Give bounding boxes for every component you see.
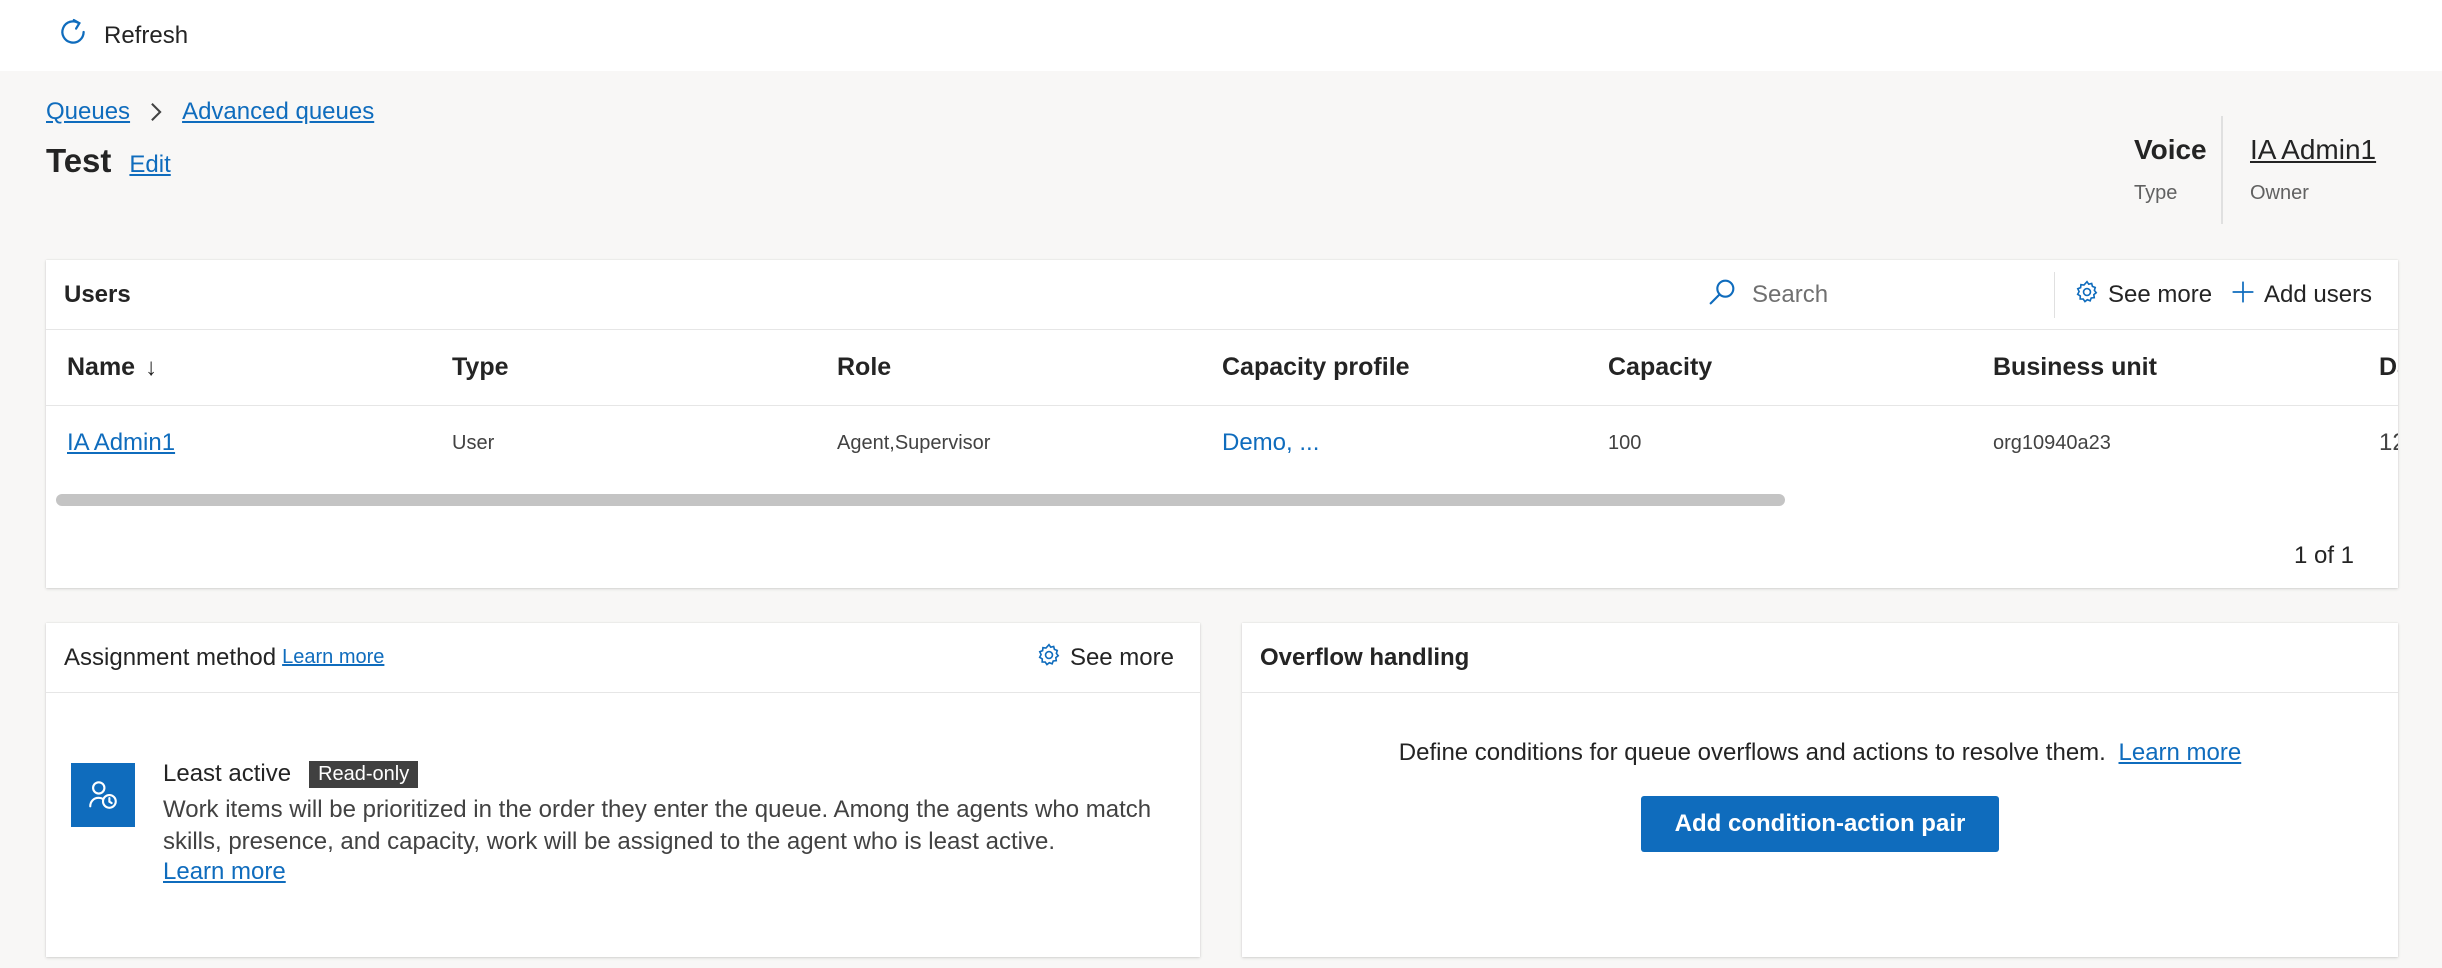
assignment-see-more-label: See more <box>1069 644 1174 671</box>
column-header-name-label: Name <box>67 353 136 381</box>
meta-divider <box>2221 116 2223 224</box>
column-header-type[interactable]: Type <box>452 330 509 405</box>
assignment-card-header: Assignment method Learn more See more <box>46 623 1200 693</box>
horizontal-scrollbar[interactable] <box>56 494 2090 506</box>
assignment-learn-more-link[interactable]: Learn more <box>282 646 384 669</box>
method-name: Least active <box>163 760 292 787</box>
users-see-more-button[interactable]: See more <box>2074 260 2212 330</box>
user-type-cell: User <box>452 431 495 454</box>
overflow-learn-more-link[interactable]: Learn more <box>2119 739 2242 766</box>
search-placeholder: Search <box>1752 281 1829 308</box>
command-bar: Refresh <box>0 0 2442 71</box>
overflow-title: Overflow handling <box>1260 643 1470 671</box>
column-header-name[interactable]: Name ↓ <box>67 330 157 405</box>
edit-link[interactable]: Edit <box>129 151 170 179</box>
refresh-label: Refresh <box>104 21 189 49</box>
search-icon <box>1706 276 1738 315</box>
overflow-handling-card: Overflow handling Define conditions for … <box>1242 623 2398 957</box>
gear-icon <box>2074 279 2100 312</box>
column-header-date[interactable]: Da <box>2379 330 2398 405</box>
assignment-see-more-button[interactable]: See more <box>1036 623 1174 693</box>
plus-icon <box>2230 279 2256 312</box>
search-input[interactable]: Search <box>1706 260 1828 330</box>
add-users-label: Add users <box>2264 281 2373 308</box>
column-header-capacity-profile[interactable]: Capacity profile <box>1222 330 1410 405</box>
sort-descending-icon: ↓ <box>145 353 158 381</box>
page-indicator: 1 of 1 <box>2293 542 2354 569</box>
breadcrumb-advanced-queues[interactable]: Advanced queues <box>182 98 374 126</box>
assignment-method-card: Assignment method Learn more See more Le… <box>46 623 1200 957</box>
method-learn-more-link[interactable]: Learn more <box>163 858 286 886</box>
person-clock-icon <box>71 763 135 827</box>
assignment-method-body: Least active Read-only Work items will b… <box>163 760 1173 886</box>
table-row[interactable]: IA Admin1 User Agent,Supervisor Demo, ..… <box>46 406 2398 480</box>
column-header-role[interactable]: Role <box>837 330 891 405</box>
overflow-description-row: Define conditions for queue overflows an… <box>1242 739 2398 767</box>
queue-owner: IA Admin1 Owner <box>2250 134 2376 205</box>
users-see-more-label: See more <box>2108 281 2213 308</box>
user-capacity-cell: 100 <box>1608 431 1642 454</box>
breadcrumb: Queues Advanced queues <box>46 98 374 126</box>
breadcrumb-queues[interactable]: Queues <box>46 98 130 126</box>
queue-type-value: Voice <box>2134 134 2207 165</box>
owner-link[interactable]: IA Admin1 <box>2250 134 2376 166</box>
page-title: Test <box>46 142 112 179</box>
capacity-profile-link[interactable]: Demo, ... <box>1222 429 1319 457</box>
header-divider <box>2054 272 2055 318</box>
user-business-unit-cell: org10940a23 <box>1993 431 2111 454</box>
read-only-badge: Read-only <box>309 760 419 788</box>
queue-type-label: Type <box>2134 182 2178 204</box>
users-card: Users Search See more Add users Name ↓ T… <box>46 260 2398 588</box>
users-title: Users <box>64 280 131 308</box>
chevron-right-icon <box>148 101 164 123</box>
column-header-business-unit[interactable]: Business unit <box>1993 330 2157 405</box>
scrollbar-thumb[interactable] <box>56 494 1785 506</box>
users-grid: Name ↓ Type Role Capacity profile Capaci… <box>46 330 2398 480</box>
queue-type: Voice Type <box>2134 134 2207 205</box>
overflow-description: Define conditions for queue overflows an… <box>1398 739 2106 766</box>
grid-header-row: Name ↓ Type Role Capacity profile Capaci… <box>46 330 2398 406</box>
users-card-header: Users Search See more Add users <box>46 260 2398 330</box>
refresh-button[interactable]: Refresh <box>56 15 188 56</box>
gear-icon <box>1036 642 1062 675</box>
user-role-cell: Agent,Supervisor <box>837 431 991 454</box>
column-header-capacity[interactable]: Capacity <box>1608 330 1712 405</box>
user-date-cell: 12 <box>2379 429 2398 456</box>
method-title-row: Least active Read-only <box>163 760 1173 788</box>
user-name-link[interactable]: IA Admin1 <box>67 429 175 457</box>
method-description: Work items will be prioritized in the or… <box>163 796 1152 855</box>
queue-owner-label: Owner <box>2250 182 2309 204</box>
title-row: Test Edit <box>46 142 171 180</box>
add-condition-action-pair-button[interactable]: Add condition-action pair <box>1641 796 1999 852</box>
assignment-title: Assignment method <box>64 643 277 671</box>
refresh-icon <box>56 15 90 56</box>
add-users-button[interactable]: Add users <box>2230 260 2372 330</box>
overflow-card-header: Overflow handling <box>1242 623 2398 693</box>
